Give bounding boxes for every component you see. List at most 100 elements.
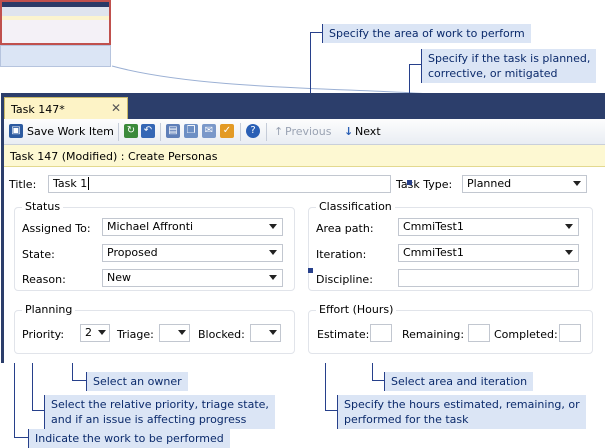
reason-label: Reason: [22, 273, 66, 286]
thumbnail-infobar [2, 16, 109, 20]
iteration-dropdown[interactable]: CmmiTest1 [398, 244, 579, 262]
discipline-label: Discipline: [316, 273, 373, 286]
assigned-to-value: Michael Affronti [107, 220, 194, 233]
completed-label: Completed: [494, 328, 558, 341]
leader-owner-h [72, 380, 86, 381]
callout-hours-line2: performed for the task [344, 413, 469, 426]
open-in-excel-icon[interactable]: ✓ [220, 124, 234, 138]
state-dropdown[interactable]: Proposed [102, 244, 283, 262]
status-heading: Status [22, 200, 64, 213]
copy-icon[interactable]: ❐ [184, 124, 198, 138]
text-cursor [88, 177, 90, 190]
close-icon[interactable]: ✕ [111, 101, 121, 115]
callout-work-to-perform: Indicate the work to be performed [28, 429, 230, 448]
next-button[interactable]: Next [355, 124, 381, 140]
send-email-icon[interactable]: ✉ [202, 124, 216, 138]
leader-area-iteration-h [372, 380, 384, 381]
window-thumbnail [0, 0, 111, 45]
blocked-label: Blocked: [198, 328, 245, 341]
reason-value: New [107, 271, 131, 284]
assigned-to-dropdown[interactable]: Michael Affronti [102, 218, 283, 236]
iteration-label: Iteration: [316, 248, 367, 261]
toolbar-separator [118, 123, 119, 141]
callout-hours-line1: Specify the hours estimated, remaining, … [344, 398, 580, 411]
callout-priority: Select the relative priority, triage sta… [44, 395, 275, 429]
discipline-field[interactable] [398, 269, 579, 287]
chevron-down-icon [269, 275, 277, 280]
chevron-down-icon [565, 224, 573, 229]
leader-dot [407, 180, 412, 185]
blocked-dropdown[interactable] [250, 324, 281, 342]
chevron-down-icon [269, 224, 277, 229]
callout-task-type-line2: corrective, or mitigated [428, 67, 558, 80]
undo-icon[interactable]: ↶ [141, 124, 155, 138]
callout-hours: Specify the hours estimated, remaining, … [337, 395, 586, 429]
reason-dropdown[interactable]: New [102, 269, 283, 287]
toolbar-separator [160, 123, 161, 141]
chevron-down-icon [269, 250, 277, 255]
callout-priority-line2: and if an issue is affecting progress [51, 413, 247, 426]
leader-work-h [14, 437, 28, 438]
area-path-value: CmmiTest1 [403, 220, 464, 233]
task-type-label: Task Type: [396, 178, 453, 191]
save-icon[interactable]: ▣ [9, 124, 23, 138]
remaining-field[interactable] [468, 324, 490, 342]
classification-heading: Classification [316, 200, 395, 213]
area-path-dropdown[interactable]: CmmiTest1 [398, 218, 579, 236]
effort-heading: Effort (Hours) [316, 303, 397, 316]
state-value: Proposed [107, 246, 158, 259]
work-item-form: Title: Task 1 Task Type: Planned Status … [4, 167, 605, 363]
leader-priority-h [32, 410, 44, 411]
chevron-down-icon [565, 250, 573, 255]
task-type-value: Planned [467, 177, 512, 190]
callout-select-owner: Select an owner [86, 372, 188, 391]
tab-task-147[interactable]: Task 147* ✕ [4, 97, 128, 119]
chevron-down-icon [178, 330, 186, 335]
leader-hours-h [325, 410, 337, 411]
title-field[interactable]: Task 1 [48, 175, 391, 193]
callout-area-of-work: Specify the area of work to perform [322, 24, 531, 43]
callout-task-type-line1: Specify if the task is planned, [428, 52, 591, 65]
task-type-dropdown[interactable]: Planned [462, 175, 587, 193]
estimate-label: Estimate: [317, 328, 370, 341]
toolbar: ▣ Save Work Item ↻ ↶ ▤ ❐ ✉ ✓ ? ↑ Previou… [4, 119, 605, 145]
assigned-to-label: Assigned To: [22, 222, 91, 235]
callout-area-iteration: Select area and iteration [384, 372, 534, 391]
callout-task-type: Specify if the task is planned, correcti… [421, 49, 597, 83]
remaining-label: Remaining: [402, 328, 465, 341]
chevron-down-icon [98, 330, 106, 335]
triage-label: Triage: [117, 328, 154, 341]
toolbar-separator [266, 123, 267, 141]
tab-label: Task 147* [11, 103, 65, 116]
planning-heading: Planning [22, 303, 76, 316]
leader-area-of-work-h [310, 32, 322, 33]
refresh-icon[interactable]: ↻ [124, 124, 138, 138]
chevron-down-icon [269, 330, 277, 335]
chevron-down-icon [573, 181, 581, 186]
iteration-value: CmmiTest1 [403, 246, 464, 259]
estimate-field[interactable] [370, 324, 392, 342]
toolbar-separator [240, 123, 241, 141]
callout-priority-line1: Select the relative priority, triage sta… [51, 398, 269, 411]
title-label: Title: [9, 178, 37, 191]
thumbnail-toolbar [2, 7, 109, 16]
help-icon[interactable]: ? [246, 124, 260, 138]
thumbnail-panel [0, 45, 111, 67]
state-label: State: [22, 248, 55, 261]
new-linked-item-icon[interactable]: ▤ [166, 124, 180, 138]
completed-field[interactable] [559, 324, 581, 342]
priority-dropdown[interactable]: 2 [80, 324, 110, 342]
leader-dot [308, 268, 313, 273]
work-item-status-text: Task 147 (Modified) : Create Personas [10, 150, 218, 163]
previous-arrow-icon: ↑ [274, 125, 284, 138]
triage-dropdown[interactable] [159, 324, 190, 342]
previous-button[interactable]: Previous [285, 124, 332, 140]
title-value: Task 1 [53, 177, 88, 190]
leader-task-type-h [409, 64, 421, 65]
work-item-window: Task 147* ✕ ▣ Save Work Item ↻ ↶ ▤ ❐ ✉ ✓… [1, 93, 605, 363]
save-button[interactable]: Save Work Item [27, 124, 114, 140]
info-bar: Task 147 (Modified) : Create Personas [4, 145, 605, 167]
next-arrow-icon: ↓ [344, 125, 354, 138]
area-path-label: Area path: [316, 222, 374, 235]
priority-value: 2 [85, 326, 92, 339]
